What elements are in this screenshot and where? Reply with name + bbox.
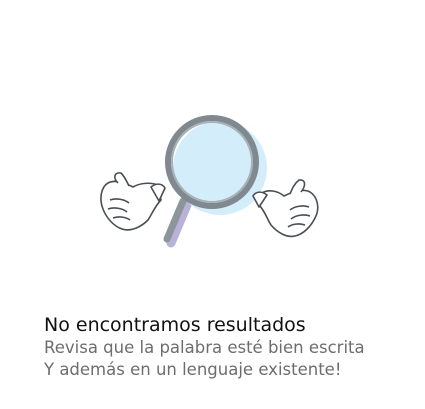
left-glove-icon: [100, 172, 166, 231]
empty-search-results: No encontramos resultados Revisa que la …: [0, 0, 425, 409]
empty-state-title: No encontramos resultados: [44, 314, 306, 336]
right-glove-icon: [252, 179, 319, 238]
empty-state-hint-2: Y además en un lenguaje existente!: [44, 360, 342, 379]
empty-state-text: No encontramos resultados Revisa que la …: [44, 313, 414, 381]
empty-state-hint-1: Revisa que la palabra esté bien escrita: [44, 338, 365, 357]
magnifying-glass-shrug-icon: [100, 115, 319, 248]
